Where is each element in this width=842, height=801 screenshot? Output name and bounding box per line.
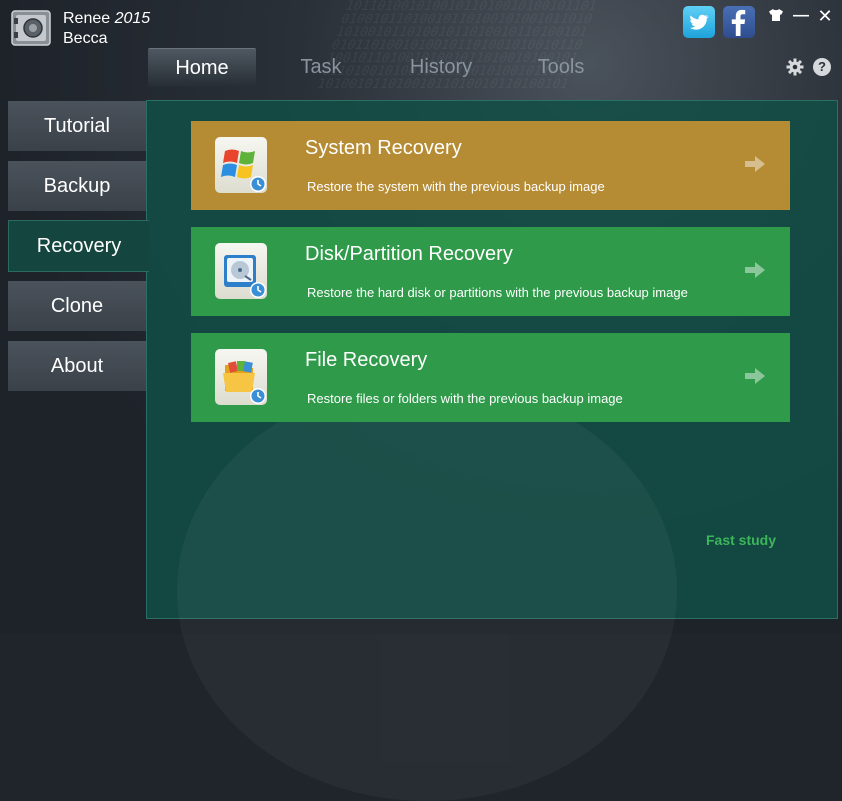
card-title: Disk/Partition Recovery: [305, 243, 513, 265]
card-description: Restore the hard disk or partitions with…: [307, 285, 688, 300]
app-version: 2015: [114, 10, 151, 27]
sidebar-item-clone[interactable]: Clone: [8, 281, 146, 331]
twitter-icon: [690, 14, 709, 30]
sidebar-item-about[interactable]: About: [8, 341, 146, 391]
app-name-text: Renee: [63, 10, 111, 27]
card-description: Restore the system with the previous bac…: [307, 179, 605, 194]
facebook-button[interactable]: [723, 6, 755, 38]
hard-disk-icon: [215, 243, 267, 299]
tab-tools[interactable]: Tools: [514, 48, 608, 86]
app-logo-icon: [11, 10, 51, 46]
arrow-right-icon: [745, 368, 765, 384]
card-description: Restore files or folders with the previo…: [307, 391, 623, 406]
disk-partition-recovery-card[interactable]: Disk/Partition Recovery Restore the hard…: [191, 227, 790, 316]
file-recovery-card[interactable]: File Recovery Restore files or folders w…: [191, 333, 790, 422]
tab-home[interactable]: Home: [148, 48, 256, 87]
minimize-button[interactable]: —: [791, 6, 811, 26]
tab-task[interactable]: Task: [272, 48, 370, 86]
skin-tshirt-icon[interactable]: [768, 8, 784, 22]
tab-history[interactable]: History: [392, 48, 490, 86]
fast-study-link[interactable]: Fast study: [706, 532, 776, 548]
app-title: Renee 2015: [63, 9, 150, 29]
facebook-icon: [731, 9, 746, 36]
disk-background-art: [177, 381, 677, 801]
system-recovery-card[interactable]: System Recovery Restore the system with …: [191, 121, 790, 210]
gear-icon[interactable]: [786, 58, 804, 76]
card-title: System Recovery: [305, 137, 462, 159]
sidebar-item-recovery[interactable]: Recovery: [8, 220, 149, 272]
twitter-button[interactable]: [683, 6, 715, 38]
windows-logo-icon: [215, 137, 267, 193]
sidebar-item-tutorial[interactable]: Tutorial: [8, 101, 146, 151]
help-icon[interactable]: ?: [813, 58, 831, 76]
close-button[interactable]: ✕: [815, 6, 835, 26]
sidebar-item-backup[interactable]: Backup: [8, 161, 146, 211]
arrow-right-icon: [745, 156, 765, 172]
card-title: File Recovery: [305, 349, 428, 371]
folder-icon: [215, 349, 267, 405]
user-name: Becca: [63, 30, 108, 47]
arrow-right-icon: [745, 262, 765, 278]
